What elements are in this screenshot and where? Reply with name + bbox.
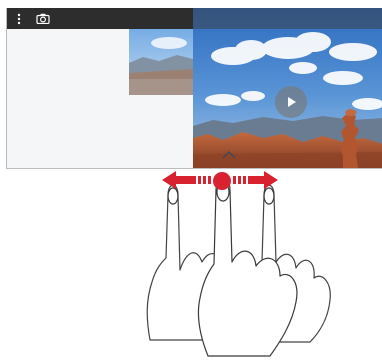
device-screen (6, 8, 382, 169)
camera-icon[interactable] (34, 8, 52, 29)
partial-photo-thumbnail[interactable] (129, 29, 193, 95)
play-icon[interactable] (275, 86, 307, 118)
more-vert-icon[interactable] (11, 8, 27, 29)
left-pane-blank (7, 29, 193, 168)
swipe-left-right-arrows-icon (162, 171, 278, 189)
stage (0, 0, 382, 363)
